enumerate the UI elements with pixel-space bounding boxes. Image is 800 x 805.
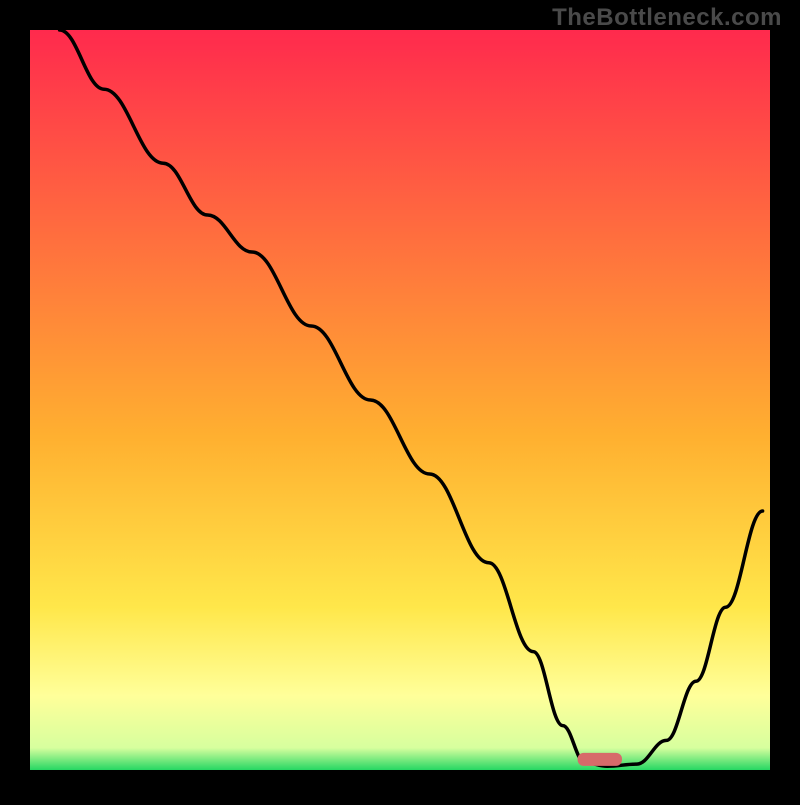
- bottleneck-chart: [0, 0, 800, 800]
- optimal-marker: [578, 753, 622, 766]
- watermark: TheBottleneck.com: [552, 4, 782, 32]
